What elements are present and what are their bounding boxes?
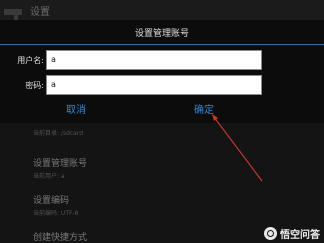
watermark-text: 悟空问答 [280, 229, 320, 241]
annotation-arrow-icon [212, 114, 263, 182]
watermark: 悟空问答 [264, 226, 320, 241]
wukong-logo-icon [264, 226, 277, 240]
